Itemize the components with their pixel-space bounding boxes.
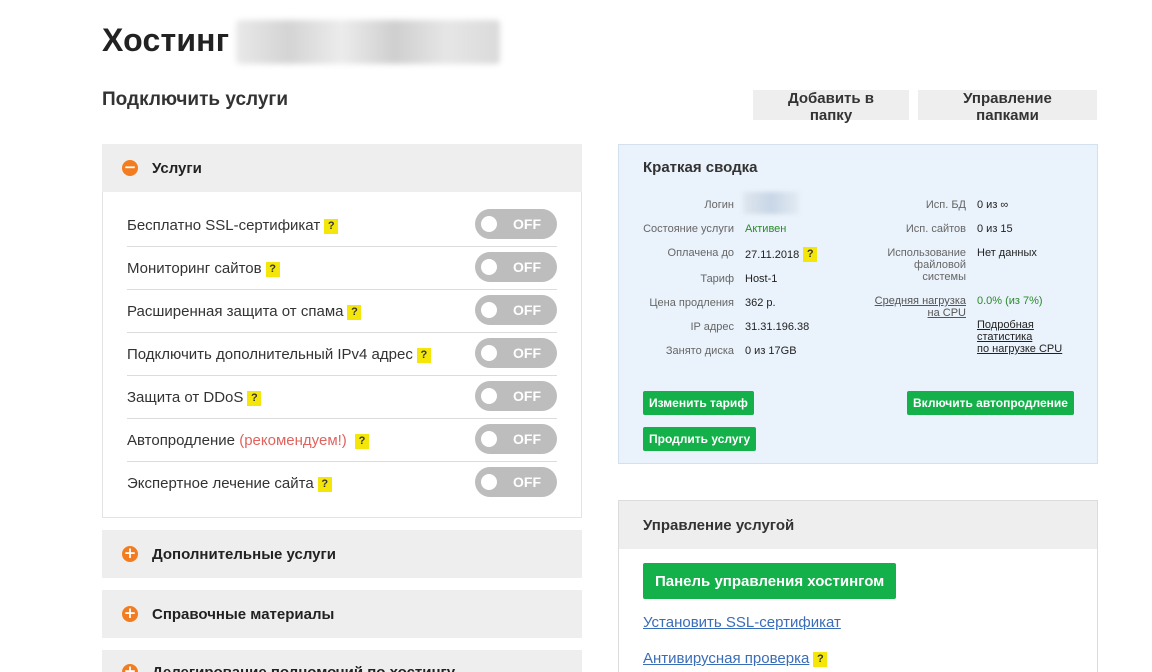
paid-until-label: Оплачена до <box>667 247 734 259</box>
sites-usage-label: Исп. сайтов <box>905 223 966 235</box>
toggle-knob <box>481 388 497 404</box>
toggle-knob <box>481 345 497 361</box>
plus-circle-icon: + <box>122 544 138 562</box>
status-label: Состояние услуги <box>643 223 734 235</box>
plus-circle-icon: + <box>122 664 138 672</box>
toggle-knob <box>481 259 497 275</box>
service-row-expert-cure: Экспертное лечение сайта? OFF <box>127 462 557 505</box>
section-title: Подключить услуги <box>102 89 289 110</box>
minus-circle-icon: − <box>122 158 138 176</box>
service-row-ipv4: Подключить дополнительный IPv4 адрес? OF… <box>127 333 557 376</box>
toggle-monitoring[interactable]: OFF <box>475 252 557 282</box>
redacted-account-name <box>236 20 500 64</box>
redacted-login <box>743 192 799 214</box>
service-row-spam: Расширенная защита от спама? OFF <box>127 290 557 333</box>
accordion-title: Дополнительные услуги <box>152 545 336 563</box>
add-to-folder-button[interactable]: Добавить в папку <box>753 90 909 124</box>
service-label: Экспертное лечение сайта? <box>127 475 332 492</box>
ip-label: IP адрес <box>690 321 734 333</box>
renew-service-button[interactable]: Продлить услугу <box>643 427 757 451</box>
manage-title: Управление услугой <box>643 516 795 534</box>
toggle-ssl[interactable]: OFF <box>475 209 557 239</box>
accordion-title: Справочные материалы <box>152 605 335 623</box>
service-row-ddos: Защита от DDoS? OFF <box>127 376 557 419</box>
disk-label: Занято диска <box>665 345 734 357</box>
fs-usage-label: Использование файловой системы <box>887 247 966 283</box>
toggle-spam[interactable]: OFF <box>475 295 557 325</box>
hosting-control-panel-button[interactable]: Панель управления хостингом <box>643 563 897 599</box>
toggle-knob <box>481 302 497 318</box>
paid-until-value: 27.11.2018? <box>745 247 818 262</box>
accordion-reference-header[interactable]: + Справочные материалы <box>102 590 582 638</box>
login-label: Логин <box>704 199 734 211</box>
service-row-monitoring: Мониторинг сайтов? OFF <box>127 247 557 290</box>
accordion-extra-header[interactable]: + Дополнительные услуги <box>102 530 582 578</box>
install-ssl-link[interactable]: Установить SSL-сертификат <box>643 614 841 631</box>
renew-price-label: Цена продления <box>649 297 734 309</box>
sites-usage-value: 0 из 15 <box>977 223 1013 235</box>
toggle-ddos[interactable]: OFF <box>475 381 557 411</box>
page-title: Хостинг <box>102 22 230 58</box>
recommended-note: (рекомендуем!) <box>239 432 347 449</box>
manage-header: Управление услугой <box>619 501 1097 549</box>
help-icon[interactable]: ? <box>317 477 332 492</box>
help-icon[interactable]: ? <box>416 348 431 363</box>
service-row-autorenew: Автопродление (рекомендуем!) ? OFF <box>127 419 557 462</box>
service-label: Подключить дополнительный IPv4 адрес? <box>127 346 431 363</box>
toggle-knob <box>481 474 497 490</box>
status-value: Активен <box>745 223 787 235</box>
service-row-ssl: Бесплатно SSL-сертификат? OFF <box>127 204 557 247</box>
help-icon[interactable]: ? <box>347 305 362 320</box>
accordion-title: Услуги <box>152 159 202 177</box>
toggle-knob <box>481 431 497 447</box>
change-tariff-button[interactable]: Изменить тариф <box>643 391 754 415</box>
tariff-label: Тариф <box>700 273 734 285</box>
accordion-title: Делегирование полномочий по хостингу <box>152 664 455 672</box>
plus-circle-icon: + <box>122 604 138 622</box>
service-label: Автопродление (рекомендуем!) ? <box>127 432 369 449</box>
help-icon[interactable]: ? <box>813 652 828 667</box>
db-usage-value: 0 из ∞ <box>977 199 1009 211</box>
help-icon[interactable]: ? <box>247 391 262 406</box>
service-label: Расширенная защита от спама? <box>127 303 362 320</box>
summary-title: Краткая сводка <box>643 159 758 176</box>
service-label: Защита от DDoS? <box>127 389 262 406</box>
disk-value: 0 из 17GB <box>745 345 797 357</box>
antivirus-link[interactable]: Антивирусная проверка <box>643 650 809 667</box>
toggle-ipv4[interactable]: OFF <box>475 338 557 368</box>
summary-panel: Краткая сводка Логин Состояние услуги Ак… <box>618 144 1098 464</box>
antivirus-row: Антивирусная проверка? <box>643 650 828 667</box>
db-usage-label: Исп. БД <box>925 199 966 211</box>
help-icon[interactable]: ? <box>803 247 818 262</box>
fs-usage-value: Нет данных <box>977 247 1037 259</box>
help-icon[interactable]: ? <box>324 219 339 234</box>
cpu-stats-link[interactable]: Подробная статистика по нагрузке CPU <box>977 319 1062 355</box>
help-icon[interactable]: ? <box>354 434 369 449</box>
toggle-expert-cure[interactable]: OFF <box>475 467 557 497</box>
help-icon[interactable]: ? <box>265 262 280 277</box>
renew-price-value: 362 р. <box>745 297 776 309</box>
ip-value: 31.31.196.38 <box>745 321 810 333</box>
manage-service-panel: Управление услугой Панель управления хос… <box>618 500 1098 672</box>
toggle-knob <box>481 216 497 232</box>
manage-folders-button[interactable]: Управление папками <box>918 90 1097 124</box>
toggle-autorenew[interactable]: OFF <box>475 424 557 454</box>
tariff-value: Host-1 <box>745 273 778 285</box>
accordion-partial-header[interactable]: + Делегирование полномочий по хостингу <box>102 650 582 672</box>
cpu-load-value: 0.0% (из 7%) <box>977 295 1043 307</box>
enable-autorenew-button[interactable]: Включить автопродление <box>907 391 1074 415</box>
cpu-load-label[interactable]: Средняя нагрузка на CPU <box>856 295 966 319</box>
services-list: Бесплатно SSL-сертификат? OFF Мониторинг… <box>102 192 582 518</box>
service-label: Мониторинг сайтов? <box>127 260 280 277</box>
service-label: Бесплатно SSL-сертификат? <box>127 217 339 234</box>
accordion-services-header[interactable]: − Услуги <box>102 144 582 192</box>
